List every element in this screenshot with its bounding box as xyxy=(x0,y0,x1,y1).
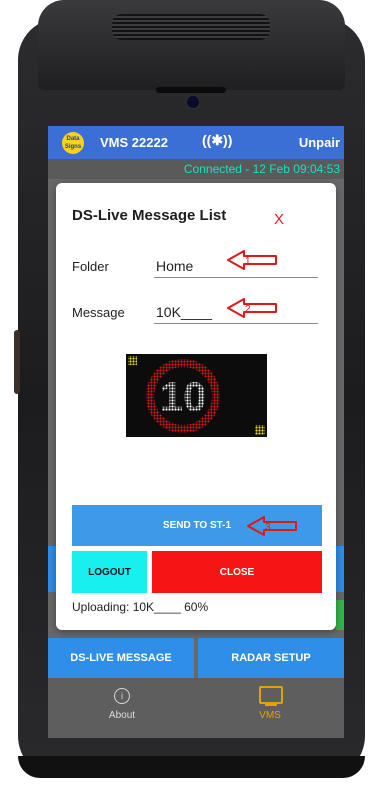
dialog-close-x[interactable]: X xyxy=(274,211,284,228)
annotation-arrow-2: 2 xyxy=(227,298,277,318)
monitor-icon-stand xyxy=(265,704,277,706)
speaker-grille xyxy=(112,14,270,40)
sign-preview: 10 xyxy=(126,354,267,437)
ds-live-message-button[interactable]: DS-LIVE MESSAGE xyxy=(48,638,194,678)
nav-label-vms: VMS xyxy=(259,710,281,721)
app-header: Data Signs VMS 22222 ((✱)) Unpair xyxy=(48,126,344,159)
logout-button[interactable]: LOGOUT xyxy=(72,551,147,593)
sign-number: 10 xyxy=(160,373,207,420)
monitor-icon xyxy=(259,686,283,704)
annotation-arrow-3: 3 xyxy=(247,516,297,536)
folder-field-underline xyxy=(154,277,318,278)
message-field-underline xyxy=(154,323,318,324)
close-button[interactable]: CLOSE xyxy=(152,551,322,593)
side-button xyxy=(14,330,20,394)
sign-preview-graphic: 10 xyxy=(128,356,265,435)
phone-screen: Data Signs VMS 22222 ((✱)) Unpair Connec… xyxy=(48,126,344,738)
earpiece-slot xyxy=(156,87,226,93)
corner-marker-bottom-right xyxy=(255,425,265,435)
upload-status: Uploading: 10K____ 60% xyxy=(72,600,209,614)
background-button-edge xyxy=(336,600,344,630)
info-icon: i xyxy=(114,688,130,704)
data-signs-logo: Data Signs xyxy=(62,132,84,154)
message-list-dialog: DS-Live Message List X Folder Home Messa… xyxy=(56,183,336,630)
background-button-edge xyxy=(336,546,344,592)
dialog-title: DS-Live Message List xyxy=(72,207,227,224)
annotation-number-3: 3 xyxy=(265,522,271,533)
message-field[interactable]: 10K____ xyxy=(156,304,212,320)
connection-status: Connected - 12 Feb 09:04:53 xyxy=(183,162,340,176)
nav-item-vms[interactable]: VMS xyxy=(196,678,344,738)
nav-item-about[interactable]: i About xyxy=(48,678,196,738)
unpair-button[interactable]: Unpair xyxy=(299,135,340,150)
nav-label-about: About xyxy=(108,710,136,721)
background-button-edge xyxy=(48,546,56,592)
message-label: Message xyxy=(72,305,125,320)
corner-marker-top-left xyxy=(128,356,137,365)
folder-label: Folder xyxy=(72,259,109,274)
radar-setup-button[interactable]: RADAR SETUP xyxy=(198,638,344,678)
annotation-number-2: 2 xyxy=(245,304,251,315)
annotation-arrow-1: 1 xyxy=(227,250,277,270)
folder-field[interactable]: Home xyxy=(156,258,193,274)
phone-bottom xyxy=(18,756,365,778)
bluetooth-icon: ((✱)) xyxy=(202,132,233,148)
annotation-number-1: 1 xyxy=(245,256,251,267)
front-camera xyxy=(187,96,199,108)
bottom-navigation: i About VMS xyxy=(48,678,344,738)
device-title: VMS 22222 xyxy=(100,135,168,150)
